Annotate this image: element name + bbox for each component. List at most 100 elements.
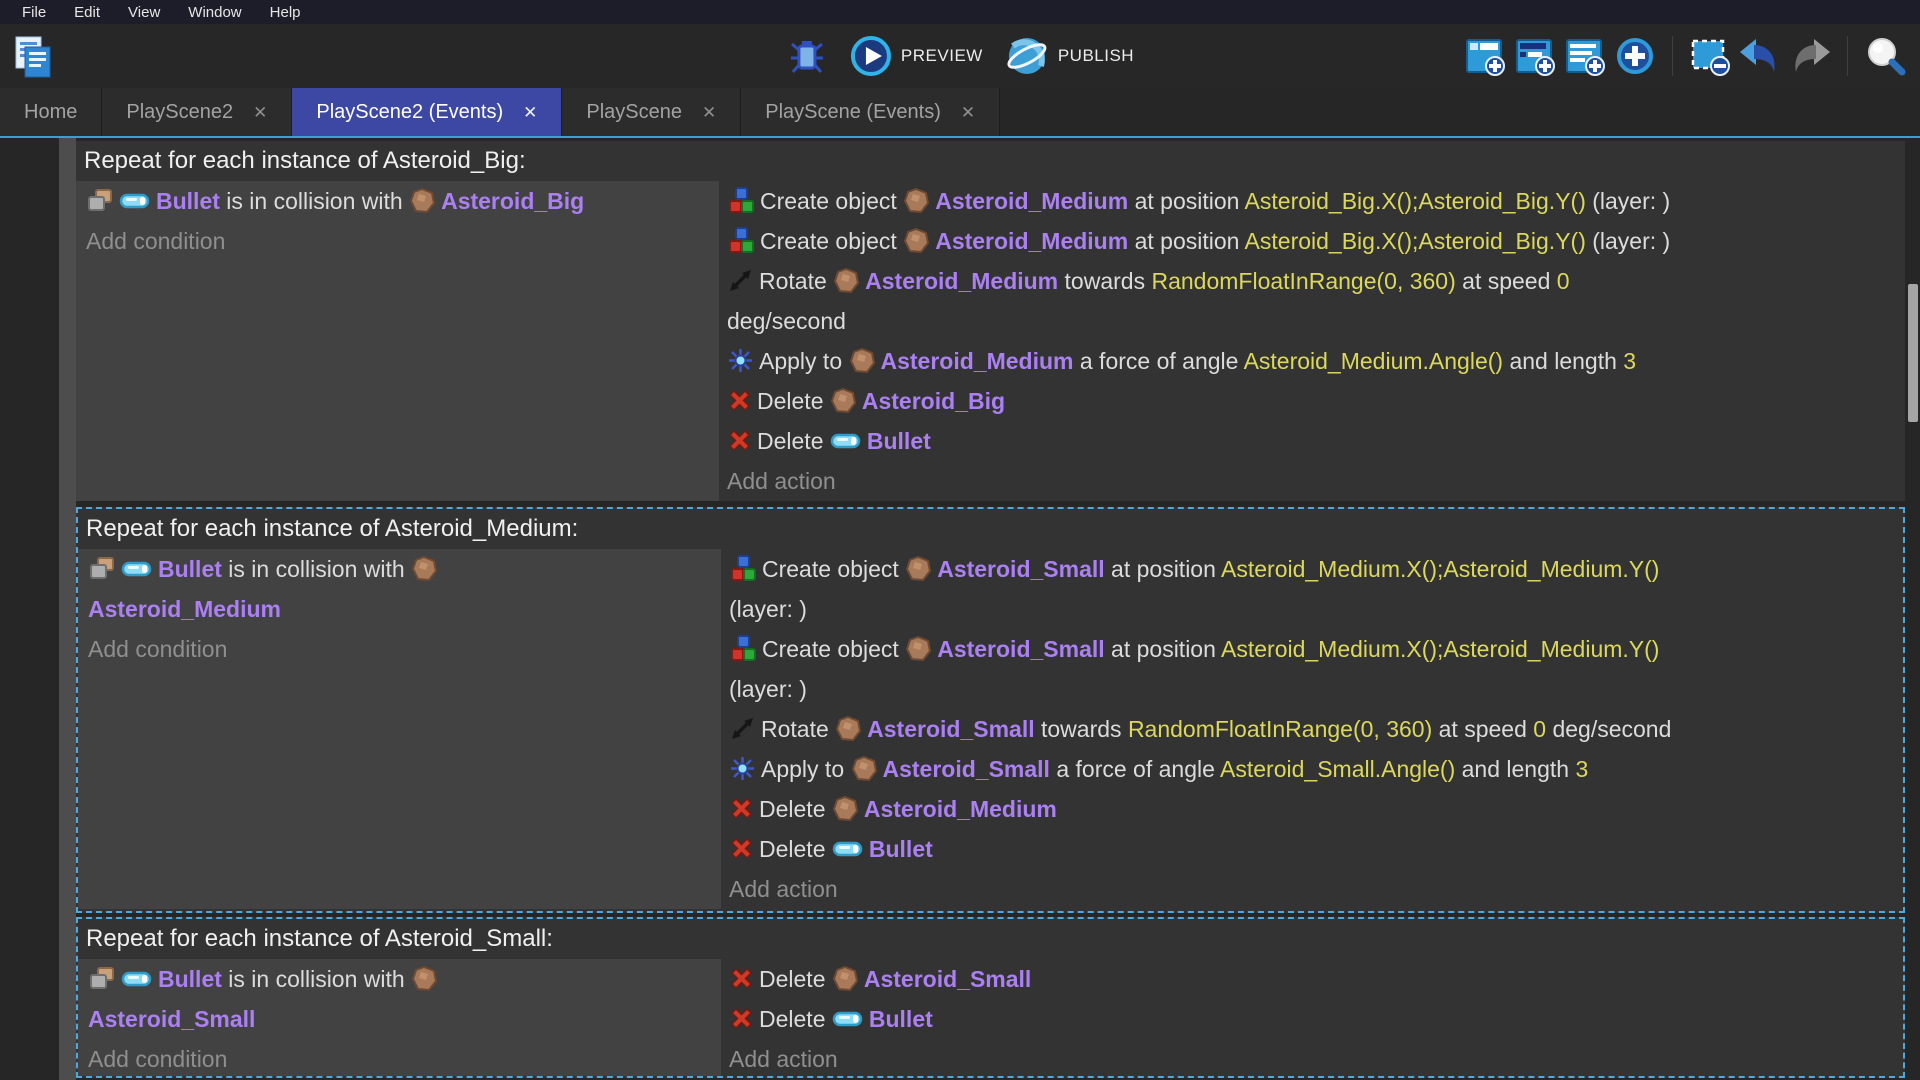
- add-choice-icon: [1614, 35, 1656, 77]
- toolbar: PREVIEW PUBLISH: [0, 24, 1920, 88]
- asteroid-icon: [409, 187, 436, 214]
- condition-row[interactable]: Bullet is in collision with: [88, 959, 721, 999]
- tab-playscene2[interactable]: PlayScene2✕: [102, 88, 292, 136]
- delete-selection-icon: [1689, 35, 1731, 77]
- debug-button[interactable]: [786, 34, 828, 78]
- event-header[interactable]: Repeat for each instance of Asteroid_Med…: [78, 509, 1903, 549]
- force-icon: [729, 755, 756, 782]
- add-action-link[interactable]: Add action: [727, 461, 1905, 501]
- asteroid-icon: [411, 965, 438, 992]
- object-name: Asteroid_Small: [883, 756, 1050, 782]
- events-sheet: Repeat for each instance of Asteroid_Big…: [0, 138, 1920, 1080]
- menu-window[interactable]: Window: [176, 2, 253, 23]
- row-text: Delete: [757, 428, 830, 454]
- add-subevent-button[interactable]: [1514, 34, 1556, 78]
- expression: RandomFloatInRange(0, 360): [1151, 268, 1455, 294]
- action-row[interactable]: (layer: ): [729, 669, 1903, 709]
- condition-row[interactable]: Asteroid_Small: [88, 999, 721, 1039]
- object-name: Asteroid_Medium: [935, 228, 1128, 254]
- event-header[interactable]: Repeat for each instance of Asteroid_Big…: [76, 141, 1905, 181]
- asteroid-icon: [411, 555, 438, 582]
- action-row[interactable]: Delete Asteroid_Small: [729, 959, 1903, 999]
- tab-playscene2-events[interactable]: PlayScene2 (Events) ✕: [292, 88, 562, 136]
- action-row[interactable]: Create object Asteroid_Medium at positio…: [727, 181, 1905, 221]
- row-text: towards: [1058, 268, 1151, 294]
- add-condition-link[interactable]: Add condition: [86, 221, 719, 261]
- row-text: (layer: ): [729, 596, 807, 622]
- action-row[interactable]: Delete Asteroid_Big: [727, 381, 1905, 421]
- action-row[interactable]: Create object Asteroid_Medium at positio…: [727, 221, 1905, 261]
- delete-selection-button[interactable]: [1689, 34, 1731, 78]
- preview-button[interactable]: PREVIEW: [850, 35, 983, 77]
- event-header[interactable]: Repeat for each instance of Asteroid_Sma…: [78, 919, 1903, 959]
- add-event-button[interactable]: [1464, 34, 1506, 78]
- collision-icon: [88, 556, 116, 582]
- action-row[interactable]: Delete Bullet: [729, 999, 1903, 1039]
- add-action-link[interactable]: Add action: [729, 1039, 1903, 1078]
- choose-event-button[interactable]: [1614, 34, 1656, 78]
- action-row[interactable]: Delete Bullet: [729, 829, 1903, 869]
- object-name: Bullet: [869, 836, 933, 862]
- close-icon[interactable]: ✕: [523, 104, 537, 121]
- action-row[interactable]: deg/second: [727, 301, 1905, 341]
- event-block[interactable]: Repeat for each instance of Asteroid_Big…: [76, 141, 1905, 501]
- redo-button[interactable]: [1789, 34, 1831, 78]
- action-row[interactable]: Rotate Asteroid_Medium towards RandomFlo…: [727, 261, 1905, 301]
- row-text: Delete: [759, 1006, 832, 1032]
- close-icon[interactable]: ✕: [961, 104, 975, 121]
- publish-button[interactable]: PUBLISH: [1005, 34, 1134, 78]
- tab-playscene-events[interactable]: PlayScene (Events)✕: [741, 88, 1000, 136]
- actions-column: Delete Asteroid_SmallDelete BulletAdd ac…: [721, 959, 1903, 1078]
- undo-button[interactable]: [1739, 34, 1781, 78]
- menu-view[interactable]: View: [116, 2, 172, 23]
- row-text: at speed: [1432, 716, 1533, 742]
- row-text: Delete: [759, 796, 832, 822]
- row-text: at speed: [1456, 268, 1557, 294]
- action-row[interactable]: Create object Asteroid_Small at position…: [729, 549, 1903, 589]
- tab-label: PlayScene2 (Events): [316, 101, 503, 124]
- add-condition-link[interactable]: Add condition: [88, 1039, 721, 1078]
- action-row[interactable]: Apply to Asteroid_Medium a force of angl…: [727, 341, 1905, 381]
- expression: Asteroid_Medium.X();Asteroid_Medium.Y(): [1221, 636, 1659, 662]
- row-text: and length: [1455, 756, 1575, 782]
- menu-file[interactable]: File: [10, 2, 58, 23]
- action-row[interactable]: Delete Bullet: [727, 421, 1905, 461]
- event-block[interactable]: Repeat for each instance of Asteroid_Med…: [76, 507, 1905, 913]
- condition-row[interactable]: Bullet is in collision with: [88, 549, 721, 589]
- toolbar-center: PREVIEW PUBLISH: [786, 24, 1134, 88]
- action-row[interactable]: Rotate Asteroid_Small towards RandomFloa…: [729, 709, 1903, 749]
- menu-bar: FileEditViewWindowHelp: [0, 0, 1920, 24]
- project-manager-button[interactable]: [12, 35, 54, 79]
- action-row[interactable]: Create object Asteroid_Small at position…: [729, 629, 1903, 669]
- tab-playscene[interactable]: PlayScene✕: [562, 88, 741, 136]
- preview-label: PREVIEW: [901, 46, 983, 66]
- close-icon[interactable]: ✕: [702, 104, 716, 121]
- event-block[interactable]: Repeat for each instance of Asteroid_Sma…: [76, 917, 1905, 1078]
- condition-row[interactable]: Bullet is in collision with Asteroid_Big: [86, 181, 719, 221]
- close-icon[interactable]: ✕: [253, 104, 267, 121]
- menu-help[interactable]: Help: [258, 2, 313, 23]
- add-event-icon: [1464, 35, 1506, 77]
- action-row[interactable]: Apply to Asteroid_Small a force of angle…: [729, 749, 1903, 789]
- row-text: at position: [1128, 188, 1244, 214]
- add-condition-link[interactable]: Add condition: [88, 629, 721, 669]
- tab-home[interactable]: Home: [0, 88, 102, 136]
- condition-row[interactable]: Asteroid_Medium: [88, 589, 721, 629]
- row-text: Create object: [760, 188, 903, 214]
- search-button[interactable]: [1864, 34, 1906, 78]
- object-name: Bullet: [867, 428, 931, 454]
- add-comment-button[interactable]: [1564, 34, 1606, 78]
- add-action-link[interactable]: Add action: [729, 869, 1903, 909]
- row-text: Apply to: [761, 756, 851, 782]
- action-row[interactable]: Delete Asteroid_Medium: [729, 789, 1903, 829]
- debug-icon: [790, 37, 824, 75]
- asteroid-icon: [835, 715, 862, 742]
- event-gutter: [59, 138, 76, 1080]
- scrollbar-thumb[interactable]: [1908, 284, 1918, 422]
- menu-edit[interactable]: Edit: [62, 2, 112, 23]
- asteroid-icon: [849, 347, 876, 374]
- row-text: a force of angle: [1050, 756, 1220, 782]
- row-text: is in collision with: [220, 188, 409, 214]
- asteroid-icon: [903, 227, 930, 254]
- action-row[interactable]: (layer: ): [729, 589, 1903, 629]
